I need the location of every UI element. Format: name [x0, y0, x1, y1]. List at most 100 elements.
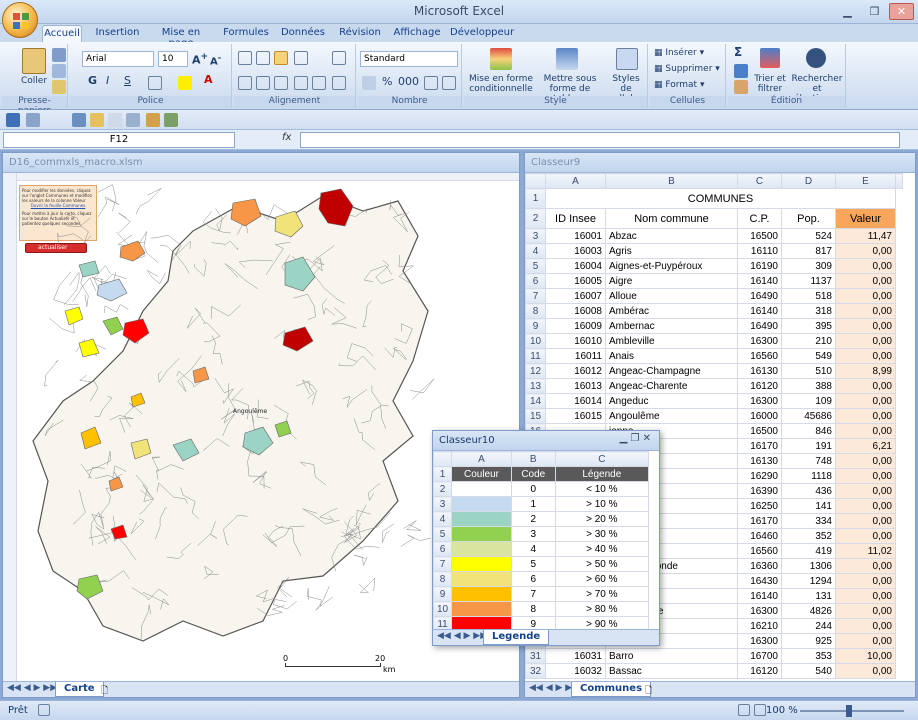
table-cell[interactable]: 352 [781, 528, 836, 544]
table-cell[interactable]: 16190 [737, 258, 782, 274]
table-row[interactable]: 4 16003 Agris 16110 817 0,00 [525, 243, 903, 259]
row-header[interactable]: 9 [433, 586, 453, 602]
legend-code[interactable]: 1 [510, 496, 556, 512]
table-cell[interactable]: 16000 [737, 408, 782, 424]
legend-code[interactable]: 3 [510, 526, 556, 542]
open-icon[interactable] [90, 113, 104, 127]
legend-color-swatch[interactable] [451, 511, 512, 527]
table-cell[interactable]: 0,00 [835, 423, 896, 439]
macro-record-icon[interactable] [38, 704, 50, 716]
delete-cells-button[interactable]: ▦ Supprimer ▾ [654, 64, 720, 74]
table-cell[interactable]: 16005 [545, 273, 606, 289]
table-cell[interactable]: 318 [781, 303, 836, 319]
table-cell[interactable]: 1118 [781, 468, 836, 484]
table-cell[interactable]: 16003 [545, 243, 606, 259]
table-cell[interactable]: 131 [781, 588, 836, 604]
legend-header[interactable]: Légende [554, 466, 650, 482]
table-cell[interactable]: 4826 [781, 603, 836, 619]
table-row[interactable]: 11 16011 Anais 16560 549 0,00 [525, 348, 903, 364]
table-cell[interactable]: 16210 [737, 618, 782, 634]
decrease-decimal-icon[interactable] [442, 76, 456, 90]
table-cell[interactable]: 16460 [737, 528, 782, 544]
legend-window-controls[interactable]: ▁ ❐ ✕ [620, 433, 651, 444]
table-cell[interactable]: 388 [781, 378, 836, 394]
table-cell[interactable]: 0,00 [835, 288, 896, 304]
insert-function-button[interactable]: fx [282, 132, 298, 148]
table-cell[interactable]: 16170 [737, 438, 782, 454]
table-cell[interactable]: 16110 [737, 243, 782, 259]
table-cell[interactable]: 191 [781, 438, 836, 454]
sheet-tab-legende[interactable]: Legende [483, 630, 550, 645]
table-cell[interactable]: 109 [781, 393, 836, 409]
row-header[interactable]: 11 [525, 348, 546, 364]
column-title[interactable]: ID Insee [545, 208, 606, 229]
legend-row[interactable]: 3 1 > 10 % [433, 496, 650, 512]
legend-row[interactable]: 10 8 > 80 % [433, 601, 650, 617]
table-cell[interactable]: Aignes-et-Puypéroux [605, 258, 738, 274]
legend-header[interactable]: Code [510, 466, 556, 482]
zoom-slider-thumb[interactable] [846, 705, 852, 717]
column-header[interactable]: E [835, 173, 896, 189]
column-title[interactable]: Nom commune [605, 208, 738, 229]
row-header[interactable]: 8 [433, 571, 453, 587]
table-cell[interactable]: 524 [781, 228, 836, 244]
sheet-nav-arrows[interactable]: ◀◀ ◀ ▶ ▶▶ [7, 683, 57, 693]
office-button[interactable] [2, 2, 38, 38]
table-cell[interactable]: 16001 [545, 228, 606, 244]
column-header[interactable]: B [510, 451, 556, 467]
table-cell[interactable]: Angeac-Charente [605, 378, 738, 394]
underline-button[interactable]: S [124, 75, 131, 86]
colored-commune[interactable] [78, 260, 100, 278]
table-cell[interactable]: 16560 [737, 348, 782, 364]
table-cell[interactable]: 0,00 [835, 528, 896, 544]
colored-commune[interactable] [102, 316, 124, 336]
table-cell[interactable]: 0,00 [835, 273, 896, 289]
table-cell[interactable]: 244 [781, 618, 836, 634]
cell-styles-icon[interactable] [616, 48, 638, 70]
column-header[interactable]: C [554, 451, 650, 467]
table-cell[interactable]: 16360 [737, 558, 782, 574]
legend-code[interactable]: 4 [510, 541, 556, 557]
legend-sheet-nav[interactable]: ◀◀ ◀ ▶ ▶▶ [437, 631, 487, 641]
minimize-button[interactable]: ▁ [835, 3, 860, 20]
table-cell[interactable]: Angeac-Champagne [605, 363, 738, 379]
table-cell[interactable]: 0,00 [835, 333, 896, 349]
new-sheet-icon[interactable]: 🗋 [101, 683, 108, 699]
table-cell[interactable]: 0,00 [835, 318, 896, 334]
undo-icon[interactable] [26, 113, 40, 127]
table-row[interactable]: 7 16007 Alloue 16490 518 0,00 [525, 288, 903, 304]
legend-code[interactable]: 6 [510, 571, 556, 587]
table-cell[interactable]: 0,00 [835, 468, 896, 484]
table-cell[interactable]: 419 [781, 543, 836, 559]
tab-5[interactable]: Révision [336, 25, 384, 42]
column-header[interactable]: C [737, 173, 782, 189]
column-header[interactable]: D [781, 173, 836, 189]
row-header[interactable]: 1 [433, 466, 453, 482]
sheet-tab-communes[interactable]: Communes [571, 682, 652, 697]
table-row[interactable]: 31 16031 Barro 16700 353 10,00 [525, 648, 903, 664]
table-cell[interactable]: Ambernac [605, 318, 738, 334]
row-header[interactable]: 12 [525, 363, 546, 379]
table-cell[interactable]: 16300 [737, 633, 782, 649]
tab-3[interactable]: Formules [222, 25, 270, 42]
table-cell[interactable]: 395 [781, 318, 836, 334]
sort-filter-icon[interactable] [760, 48, 780, 68]
save-icon[interactable] [6, 113, 20, 127]
conditional-format-button[interactable]: Mise en forme conditionnelle [466, 74, 536, 94]
row-header[interactable]: 2 [433, 481, 453, 497]
increase-indent-icon[interactable] [312, 76, 326, 90]
font-size-select[interactable]: 10 [158, 51, 188, 67]
column-title[interactable]: Pop. [781, 208, 836, 229]
legend-label[interactable]: > 50 % [554, 556, 650, 572]
table-cell[interactable]: 549 [781, 348, 836, 364]
table-cell[interactable]: 16490 [737, 288, 782, 304]
legend-color-swatch[interactable] [451, 586, 512, 602]
column-title[interactable]: C.P. [737, 208, 782, 229]
normal-view-icon[interactable] [738, 704, 750, 716]
legend-row[interactable]: 7 5 > 50 % [433, 556, 650, 572]
row-header[interactable]: 15 [525, 408, 546, 424]
row-header[interactable]: 9 [525, 318, 546, 334]
paste-icon[interactable] [22, 48, 46, 74]
legend-header[interactable]: Couleur [451, 466, 512, 482]
increase-decimal-icon[interactable] [424, 76, 438, 90]
